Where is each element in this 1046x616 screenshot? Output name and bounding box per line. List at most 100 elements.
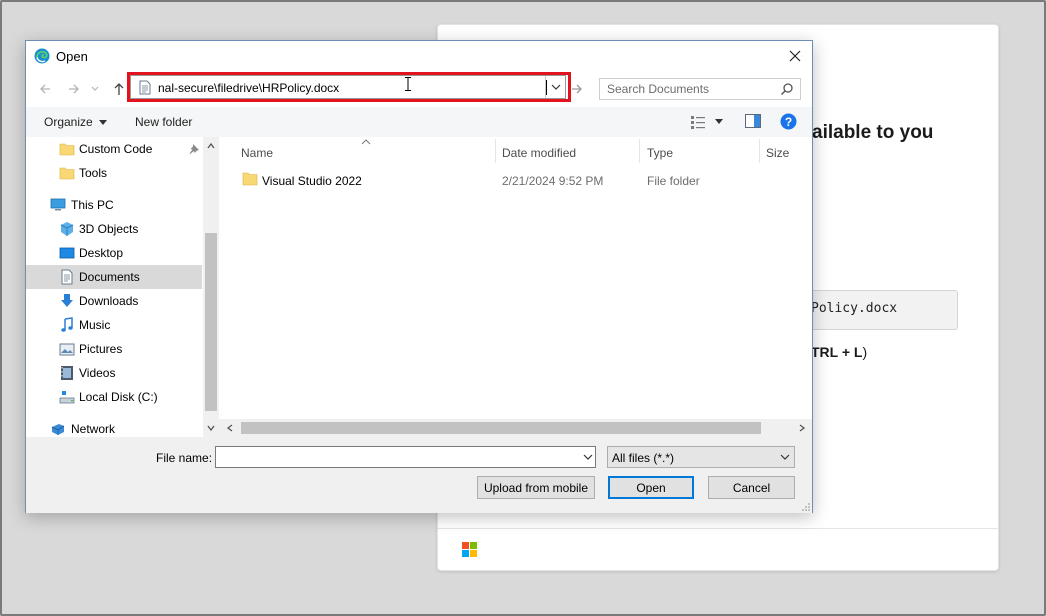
scroll-right-icon[interactable] bbox=[799, 424, 805, 432]
background-footer-divider bbox=[438, 528, 998, 529]
search-box[interactable] bbox=[599, 78, 801, 100]
pin-icon bbox=[189, 144, 199, 154]
address-path-text: nal-secure\filedrive\HRPolicy.docx bbox=[158, 81, 340, 95]
nav-item-videos[interactable]: Videos bbox=[26, 361, 202, 385]
nav-item-pictures[interactable]: Pictures bbox=[26, 337, 202, 361]
open-button[interactable]: Open bbox=[608, 476, 694, 499]
nav-item-label: Network bbox=[71, 422, 116, 436]
column-separator bbox=[759, 139, 760, 163]
arrow-right-icon bbox=[572, 84, 582, 94]
nav-item-label: Downloads bbox=[79, 294, 139, 308]
folder-icon bbox=[59, 167, 75, 180]
go-button[interactable] bbox=[569, 81, 585, 97]
arrow-up-icon bbox=[114, 83, 124, 95]
network-icon bbox=[51, 424, 65, 435]
address-bar[interactable]: nal-secure\filedrive\HRPolicy.docx bbox=[130, 75, 566, 99]
close-button[interactable] bbox=[778, 41, 812, 71]
nav-item-label: Videos bbox=[79, 366, 116, 380]
nav-item-label: Music bbox=[79, 318, 111, 332]
nav-item-label: Tools bbox=[79, 166, 108, 180]
nav-item-custom-code[interactable]: Custom Code bbox=[26, 137, 202, 161]
svg-text:?: ? bbox=[785, 115, 792, 129]
scrollbar-thumb[interactable] bbox=[205, 233, 217, 411]
nav-item-label: Documents bbox=[79, 270, 140, 284]
microsoft-logo-icon bbox=[462, 542, 478, 558]
arrow-right-icon bbox=[69, 84, 79, 94]
scrollbar-thumb[interactable] bbox=[241, 422, 761, 434]
file-name-combobox[interactable] bbox=[215, 446, 596, 468]
nav-pane-scrollbar[interactable] bbox=[203, 137, 219, 437]
arrow-left-icon bbox=[40, 84, 50, 94]
nav-item-label: 3D Objects bbox=[79, 222, 139, 236]
navigation-pane: Custom Code Tools This PC 3D Objects Des… bbox=[26, 137, 219, 437]
back-button[interactable] bbox=[37, 81, 53, 97]
file-name-input[interactable] bbox=[216, 447, 572, 467]
scroll-down-icon[interactable] bbox=[207, 425, 215, 431]
pictures-icon bbox=[59, 343, 75, 356]
nav-item-local-disk[interactable]: Local Disk (C:) bbox=[26, 385, 202, 409]
file-type-filter-value: All files (*.*) bbox=[612, 451, 675, 465]
search-input[interactable] bbox=[600, 79, 776, 99]
nav-item-desktop[interactable]: Desktop bbox=[26, 241, 202, 265]
drive-icon bbox=[59, 391, 75, 404]
nav-item-this-pc[interactable]: This PC bbox=[26, 193, 202, 217]
scroll-up-icon[interactable] bbox=[207, 143, 215, 149]
address-bar-area: nal-secure\filedrive\HRPolicy.docx bbox=[26, 71, 812, 107]
document-icon bbox=[139, 80, 151, 95]
file-list-pane: Name Date modified Type Size Visual Stud… bbox=[219, 137, 812, 437]
column-header-size[interactable]: Size bbox=[766, 146, 789, 160]
file-row[interactable]: Visual Studio 2022 2/21/2024 9:52 PM Fil… bbox=[219, 169, 812, 191]
videos-icon bbox=[61, 366, 73, 380]
view-options-chevron-icon[interactable] bbox=[715, 119, 723, 125]
column-header-date-modified[interactable]: Date modified bbox=[502, 146, 576, 160]
nav-item-downloads[interactable]: Downloads bbox=[26, 289, 202, 313]
file-type: File folder bbox=[647, 174, 700, 188]
new-folder-button[interactable]: New folder bbox=[135, 115, 192, 129]
shortcut-keys: TRL + L bbox=[811, 344, 863, 360]
command-toolbar: Organize New folder ? bbox=[26, 107, 812, 137]
preview-pane-icon[interactable] bbox=[745, 114, 761, 128]
column-header-type[interactable]: Type bbox=[647, 146, 673, 160]
chevron-down-icon bbox=[551, 84, 560, 90]
3d-objects-icon bbox=[60, 222, 74, 236]
cancel-button[interactable]: Cancel bbox=[708, 476, 795, 499]
chevron-down-icon[interactable] bbox=[583, 450, 593, 464]
nav-item-tools[interactable]: Tools bbox=[26, 161, 202, 185]
address-dropdown-button[interactable] bbox=[545, 76, 565, 98]
file-date-modified: 2/21/2024 9:52 PM bbox=[502, 174, 604, 188]
forward-button[interactable] bbox=[66, 81, 82, 97]
edge-browser-icon bbox=[34, 48, 50, 64]
pc-icon bbox=[50, 198, 66, 211]
resize-grip-icon[interactable] bbox=[802, 503, 810, 511]
folder-icon bbox=[242, 172, 258, 186]
nav-item-label: This PC bbox=[71, 198, 114, 212]
nav-item-3d-objects[interactable]: 3D Objects bbox=[26, 217, 202, 241]
sort-ascending-icon bbox=[361, 139, 371, 145]
scroll-left-icon[interactable] bbox=[227, 424, 233, 432]
nav-item-music[interactable]: Music bbox=[26, 313, 202, 337]
background-shortcut-hint: TRL + L) bbox=[811, 344, 867, 360]
file-name: Visual Studio 2022 bbox=[262, 174, 362, 188]
nav-item-documents[interactable]: Documents bbox=[26, 265, 202, 289]
column-separator bbox=[495, 139, 496, 163]
view-list-icon[interactable] bbox=[690, 115, 706, 129]
chevron-down-icon bbox=[780, 454, 790, 460]
organize-label: Organize bbox=[44, 115, 93, 129]
nav-item-label: Pictures bbox=[79, 342, 123, 356]
shortcut-close-paren: ) bbox=[862, 344, 868, 360]
folder-icon bbox=[59, 143, 75, 156]
upload-from-mobile-button[interactable]: Upload from mobile bbox=[477, 476, 595, 499]
dialog-title: Open bbox=[56, 49, 88, 64]
file-type-filter-select[interactable]: All files (*.*) bbox=[607, 446, 795, 468]
search-icon bbox=[781, 83, 793, 95]
file-list-horizontal-scrollbar[interactable] bbox=[219, 419, 812, 437]
up-button[interactable] bbox=[111, 81, 127, 97]
organize-button[interactable]: Organize bbox=[44, 115, 108, 129]
recent-locations-button[interactable] bbox=[90, 81, 100, 97]
dialog-bottom-area: File name: All files (*.*) Upload from m… bbox=[26, 437, 812, 513]
file-name-label: File name: bbox=[156, 451, 213, 465]
dialog-titlebar: Open bbox=[26, 41, 812, 71]
help-icon[interactable]: ? bbox=[780, 113, 797, 130]
text-cursor-icon bbox=[405, 77, 411, 91]
column-header-name[interactable]: Name bbox=[241, 146, 273, 160]
